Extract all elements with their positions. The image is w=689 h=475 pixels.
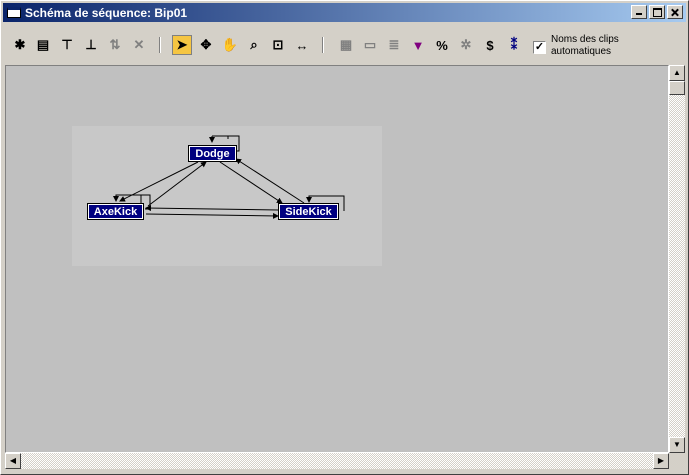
scrollbar-corner	[669, 453, 685, 469]
insert-clip-icon: ⊤	[61, 37, 73, 52]
cost-icon: $	[486, 37, 494, 53]
delete-icon: ✕	[133, 37, 145, 52]
info-icon: ⁑	[510, 37, 518, 52]
swap-icon: ⇅	[109, 37, 121, 52]
auto-clip-names-label[interactable]: Noms des clips automatiques	[551, 34, 661, 58]
scroll-up-button[interactable]: ▲	[669, 65, 685, 81]
swap-button[interactable]: ⇅	[105, 35, 125, 55]
vertical-scrollbar[interactable]: ▲ ▼	[669, 65, 685, 453]
percent-icon: %	[436, 37, 448, 53]
graph-view[interactable]: Dodge AxeKick SideKick	[5, 65, 669, 453]
marker-button[interactable]: ▼	[408, 35, 428, 55]
shared-motion-icon: ▭	[363, 37, 377, 52]
clip-node-axekick[interactable]: AxeKick	[87, 203, 144, 220]
clip-node-dodge[interactable]: Dodge	[188, 145, 237, 162]
move-icon: ✥	[200, 37, 212, 52]
motion-flow-window: Schéma de séquence: Bip01 ✱ ▤ ⊤ ⊥ ⇅ ✕ ➤ …	[0, 0, 689, 475]
cost-button[interactable]: $	[480, 35, 500, 55]
toolbar-separator	[322, 37, 324, 53]
clip-node-sidekick[interactable]: SideKick	[278, 203, 339, 220]
scroll-left-button[interactable]: ◀	[5, 453, 21, 469]
title-bar[interactable]: Schéma de séquence: Bip01	[3, 3, 686, 22]
properties-button[interactable]: ≣	[384, 35, 404, 55]
transition-sidekick-to-dodge	[235, 158, 305, 204]
new-clip-button[interactable]: ✱	[10, 35, 30, 55]
scroll-right-button[interactable]: ▶	[653, 453, 669, 469]
zoom-button[interactable]: ⌕	[244, 35, 264, 55]
load-file-button[interactable]: ▤	[33, 35, 53, 55]
horizontal-scrollbar[interactable]: ◀ ▶	[5, 453, 669, 469]
toolbar: ✱ ▤ ⊤ ⊥ ⇅ ✕ ➤ ✥ ✋ ⌕ ⊡ ↔ ▦ ▭ ≣ ▼ % ✲ $ ⁑ …	[3, 25, 686, 63]
pan-hand-icon: ✋	[221, 37, 239, 52]
window-icon	[7, 7, 21, 18]
insert-transition-icon: ⊥	[85, 37, 97, 52]
toolbar-separator	[159, 37, 161, 53]
move-button[interactable]: ✥	[196, 35, 216, 55]
shared-motion-button[interactable]: ▭	[360, 35, 380, 55]
randomize-button[interactable]: ✲	[456, 35, 476, 55]
pan-button[interactable]: ✋	[220, 35, 240, 55]
scroll-down-button[interactable]: ▼	[669, 437, 685, 453]
window-title: Schéma de séquence: Bip01	[25, 5, 188, 20]
new-clip-icon: ✱	[14, 37, 26, 52]
zoom-region-button[interactable]: ⊡	[268, 35, 288, 55]
select-arrow-icon: ➤	[176, 37, 188, 52]
insert-transition-button[interactable]: ⊥	[81, 35, 101, 55]
transition-axekick-to-dodge	[147, 161, 207, 207]
set-start-clip-button[interactable]: ▦	[336, 35, 356, 55]
delete-button[interactable]: ✕	[129, 35, 149, 55]
transition-links	[113, 135, 345, 219]
set-start-clip-icon: ▦	[339, 37, 353, 52]
auto-clip-names-checkbox[interactable]: ✓	[533, 41, 546, 54]
insert-clip-button[interactable]: ⊤	[57, 35, 77, 55]
zoom-icon: ⌕	[250, 37, 258, 52]
transition-dodge-to-axekick	[119, 161, 199, 202]
marker-icon: ▼	[411, 37, 425, 53]
select-button[interactable]: ➤	[172, 35, 192, 55]
zoom-region-icon: ⊡	[272, 37, 284, 52]
percent-button[interactable]: %	[432, 35, 452, 55]
maximize-button[interactable]	[649, 5, 665, 19]
transition-axekick-to-sidekick	[145, 212, 279, 219]
transition-sidekick-to-axekick	[145, 205, 279, 212]
zoom-extents-button[interactable]: ↔	[292, 35, 312, 55]
close-button[interactable]	[667, 5, 683, 19]
zoom-extents-icon: ↔	[295, 37, 309, 53]
load-file-icon: ▤	[36, 37, 50, 52]
info-button[interactable]: ⁑	[504, 35, 524, 55]
properties-icon: ≣	[388, 37, 400, 52]
minimize-button[interactable]	[631, 5, 647, 19]
randomize-icon: ✲	[460, 37, 472, 52]
vertical-scroll-thumb[interactable]	[669, 81, 685, 95]
